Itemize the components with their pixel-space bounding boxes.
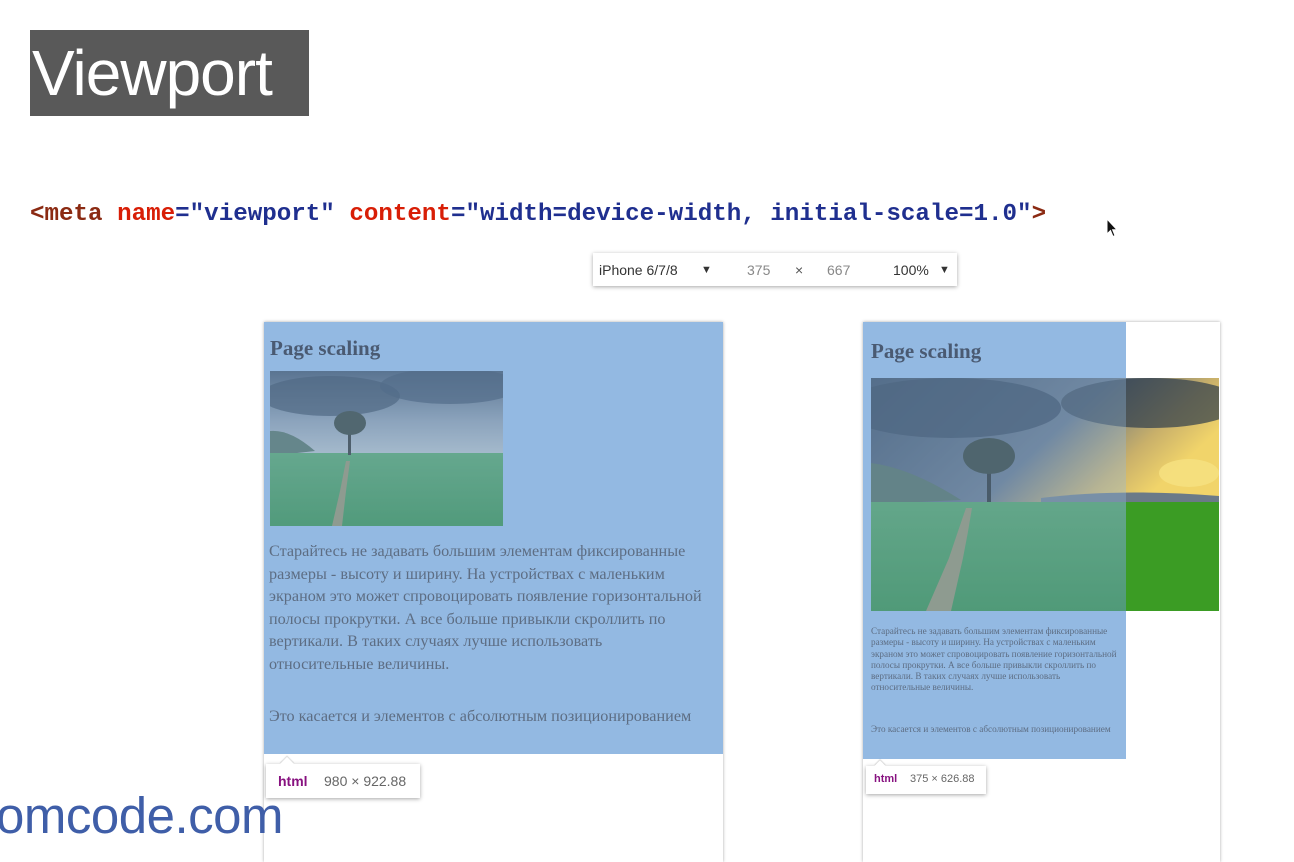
code-equals: = xyxy=(175,201,190,228)
device-toolbar: iPhone 6/7/8 ▼ 375 × 667 100% ▼ xyxy=(593,253,957,286)
tooltip-size: 375 × 626.88 xyxy=(910,773,975,785)
paragraph-text-2: Это касается и элементов с абсолютным по… xyxy=(871,724,1111,734)
slide-title: Viewport xyxy=(30,30,309,116)
viewport-height-input[interactable]: 667 xyxy=(827,261,850,279)
brand-watermark: omcode.com xyxy=(0,787,283,844)
code-close-bracket: > xyxy=(1031,201,1047,228)
code-value-content: "width=device-width, initial-scale=1.0" xyxy=(465,201,1032,228)
page-heading: Page scaling xyxy=(871,339,982,363)
dimension-separator: × xyxy=(795,262,804,278)
paragraph-text: Старайтесь не задавать большим элементам… xyxy=(269,542,702,673)
code-open-bracket: < xyxy=(30,201,45,228)
landscape-photo xyxy=(270,371,503,526)
photo-highlight-overlay xyxy=(871,378,1126,611)
page-heading: Page scaling xyxy=(270,336,381,360)
viewport-width-input[interactable]: 375 xyxy=(747,261,770,279)
dropdown-arrow-icon[interactable]: ▼ xyxy=(701,261,712,279)
html-size-tooltip: html 980 × 922.88 xyxy=(266,756,420,798)
code-equals-2: = xyxy=(450,201,466,228)
paragraph-text-2: Это касается и элементов с абсолютным по… xyxy=(269,707,692,725)
tooltip-tag: html xyxy=(874,773,898,785)
code-value-name: "viewport" xyxy=(189,201,335,228)
paragraph-text: Старайтесь не задавать большим элементам… xyxy=(871,626,1117,693)
zoom-select[interactable]: 100% xyxy=(893,261,929,279)
device-select[interactable]: iPhone 6/7/8 xyxy=(599,261,678,279)
tooltip-size: 980 × 922.88 xyxy=(324,773,407,789)
photo-highlight-overlay xyxy=(270,371,503,526)
code-tag-name: meta xyxy=(44,201,103,228)
code-attr-content: content xyxy=(349,201,451,228)
html-size-tooltip: html 375 × 626.88 xyxy=(866,760,986,794)
dropdown-arrow-icon[interactable]: ▼ xyxy=(939,261,950,279)
code-attr-name: name xyxy=(117,201,176,228)
mouse-cursor-icon xyxy=(1106,218,1118,238)
landscape-photo xyxy=(871,378,1219,611)
meta-viewport-code: <meta name="viewport" content="width=dev… xyxy=(30,198,1046,232)
